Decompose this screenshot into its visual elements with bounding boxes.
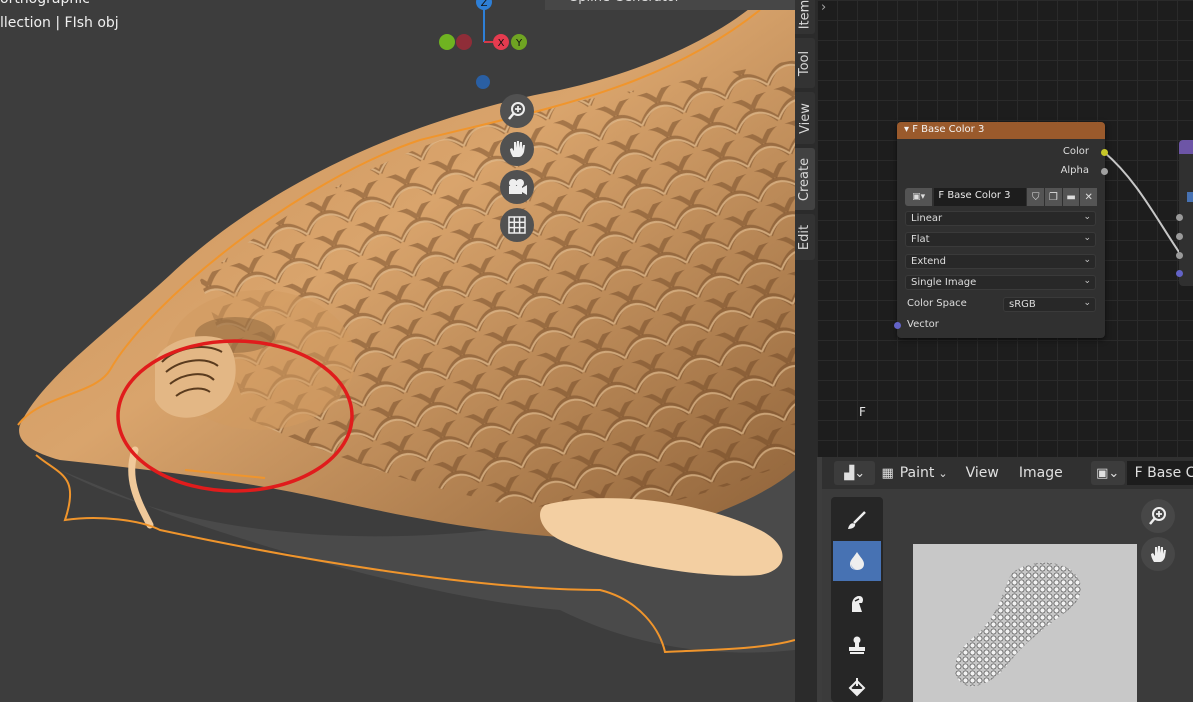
gizmo-y-label: Y [515, 38, 523, 49]
image-editor[interactable]: ▟⌄ ▦ Paint ⌄ View Image ▣⌄ F Base C [822, 457, 1193, 702]
camera-icon [509, 179, 527, 195]
projection-dropdown[interactable]: Flat ⌄ [905, 232, 1096, 247]
tab-item[interactable]: Item [795, 0, 815, 34]
image-name-field[interactable]: F Base C [1126, 461, 1193, 485]
pan-button[interactable] [500, 132, 534, 166]
tool-draw[interactable] [833, 500, 881, 540]
menu-image[interactable]: Image [1019, 465, 1063, 481]
gizmo-x-label: X [498, 38, 505, 49]
zoom-button[interactable] [1141, 499, 1175, 533]
tool-soften[interactable] [833, 541, 881, 581]
image-browse-button[interactable]: ▣⌄ [1090, 461, 1125, 485]
fill-bucket-icon [848, 678, 866, 697]
mode-dropdown[interactable]: ▦ Paint ⌄ [881, 465, 947, 481]
output-color-label: Color [1062, 146, 1089, 157]
duplicate-icon[interactable]: ❐ [1045, 188, 1062, 206]
fish-model [17, 0, 795, 654]
chevron-down-icon: ⌄ [1083, 212, 1091, 222]
tab-create[interactable]: Create [795, 148, 815, 210]
hand-pan-icon [1151, 546, 1166, 562]
color-space-label: Color Space [907, 298, 967, 309]
camera-view-button[interactable] [500, 170, 534, 204]
image-texture-node[interactable]: ▾ F Base Color 3 Color Alpha ▣▾ F Base C… [894, 122, 1108, 338]
color-output-socket[interactable] [1101, 149, 1108, 156]
image-editor-canvas[interactable] [822, 489, 1193, 702]
image-name-field[interactable]: F Base Color 3 [934, 188, 1027, 206]
partial-node-right[interactable] [1176, 140, 1193, 286]
tab-edit[interactable]: Edit [795, 214, 815, 260]
scale-pattern-preview [954, 562, 1082, 687]
node-title: F Base Color 3 [912, 124, 985, 135]
navigation-gizmo[interactable]: Z X Y [436, 0, 536, 100]
vector-input-label: Vector [907, 319, 939, 330]
checker-icon: ▦ [881, 465, 894, 481]
source-dropdown[interactable]: Single Image ⌄ [905, 275, 1096, 290]
tab-tool[interactable]: Tool [795, 38, 815, 88]
hand-pan-icon [510, 141, 525, 157]
collapse-arrow-icon[interactable]: ▾ [904, 124, 912, 135]
ortho-toggle-button[interactable] [500, 208, 534, 242]
extension-dropdown[interactable]: Extend ⌄ [905, 254, 1096, 269]
image-editor-icon: ▟⌄ [844, 465, 866, 481]
brush-icon [848, 511, 866, 529]
grid-icon [508, 216, 526, 234]
stamp-icon [849, 636, 865, 654]
output-alpha-label: Alpha [1060, 165, 1089, 176]
toolbar [831, 497, 883, 702]
image-editor-header: ▟⌄ ▦ Paint ⌄ View Image ▣⌄ F Base C [822, 457, 1193, 489]
view-label: orthographic [0, 0, 90, 7]
sidebar-tabs: Item Tool View Create Edit [795, 0, 817, 702]
editor-type-button[interactable]: ▟⌄ [834, 461, 876, 485]
chevron-down-icon: ⌄ [1083, 298, 1091, 308]
image-selector: ▣▾ F Base Color 3 ⛉ ❐ ▬ ✕ [905, 188, 1098, 206]
chevron-down-icon: ⌄ [1083, 276, 1091, 286]
frame-label: F [859, 405, 866, 419]
folder-open-icon[interactable]: ▬ [1062, 188, 1080, 206]
node-editor[interactable]: › ▾ F Base Color 3 Color Alpha ▣▾ F Base… [817, 0, 1193, 457]
3d-viewport[interactable]: orthographic llection | FIsh obj Spline … [0, 0, 795, 702]
interpolation-dropdown[interactable]: Linear ⌄ [905, 211, 1096, 226]
image-browse-icon: ▣⌄ [1096, 465, 1120, 481]
zoom-button[interactable] [500, 94, 534, 128]
chevron-down-icon: ⌄ [1083, 255, 1091, 265]
collection-label: llection | FIsh obj [0, 15, 119, 31]
tab-view[interactable]: View [795, 92, 815, 144]
close-icon[interactable]: ✕ [1080, 188, 1098, 206]
zoom-icon [508, 102, 525, 120]
drop-icon [850, 552, 864, 570]
gizmo-z-label: Z [481, 0, 488, 9]
node-header[interactable]: ▾ F Base Color 3 [897, 122, 1105, 139]
tool-fill[interactable] [833, 667, 881, 702]
image-browse-icon[interactable]: ▣▾ [905, 188, 933, 206]
pan-button[interactable] [1141, 537, 1175, 571]
vector-input-socket[interactable] [894, 322, 901, 329]
texture-image[interactable] [913, 544, 1137, 702]
menu-view[interactable]: View [966, 465, 999, 481]
chevron-down-icon: ⌄ [938, 466, 948, 480]
smear-icon [852, 596, 863, 612]
color-space-dropdown[interactable]: sRGB ⌄ [1003, 297, 1096, 312]
tool-smear[interactable] [833, 583, 881, 623]
zoom-icon [1149, 507, 1166, 525]
fake-user-shield-icon[interactable]: ⛉ [1027, 188, 1045, 206]
header-tab[interactable]: Spline Generator [545, 0, 795, 10]
tool-clone[interactable] [833, 625, 881, 665]
alpha-output-socket[interactable] [1101, 168, 1108, 175]
chevron-down-icon: ⌄ [1083, 233, 1091, 243]
